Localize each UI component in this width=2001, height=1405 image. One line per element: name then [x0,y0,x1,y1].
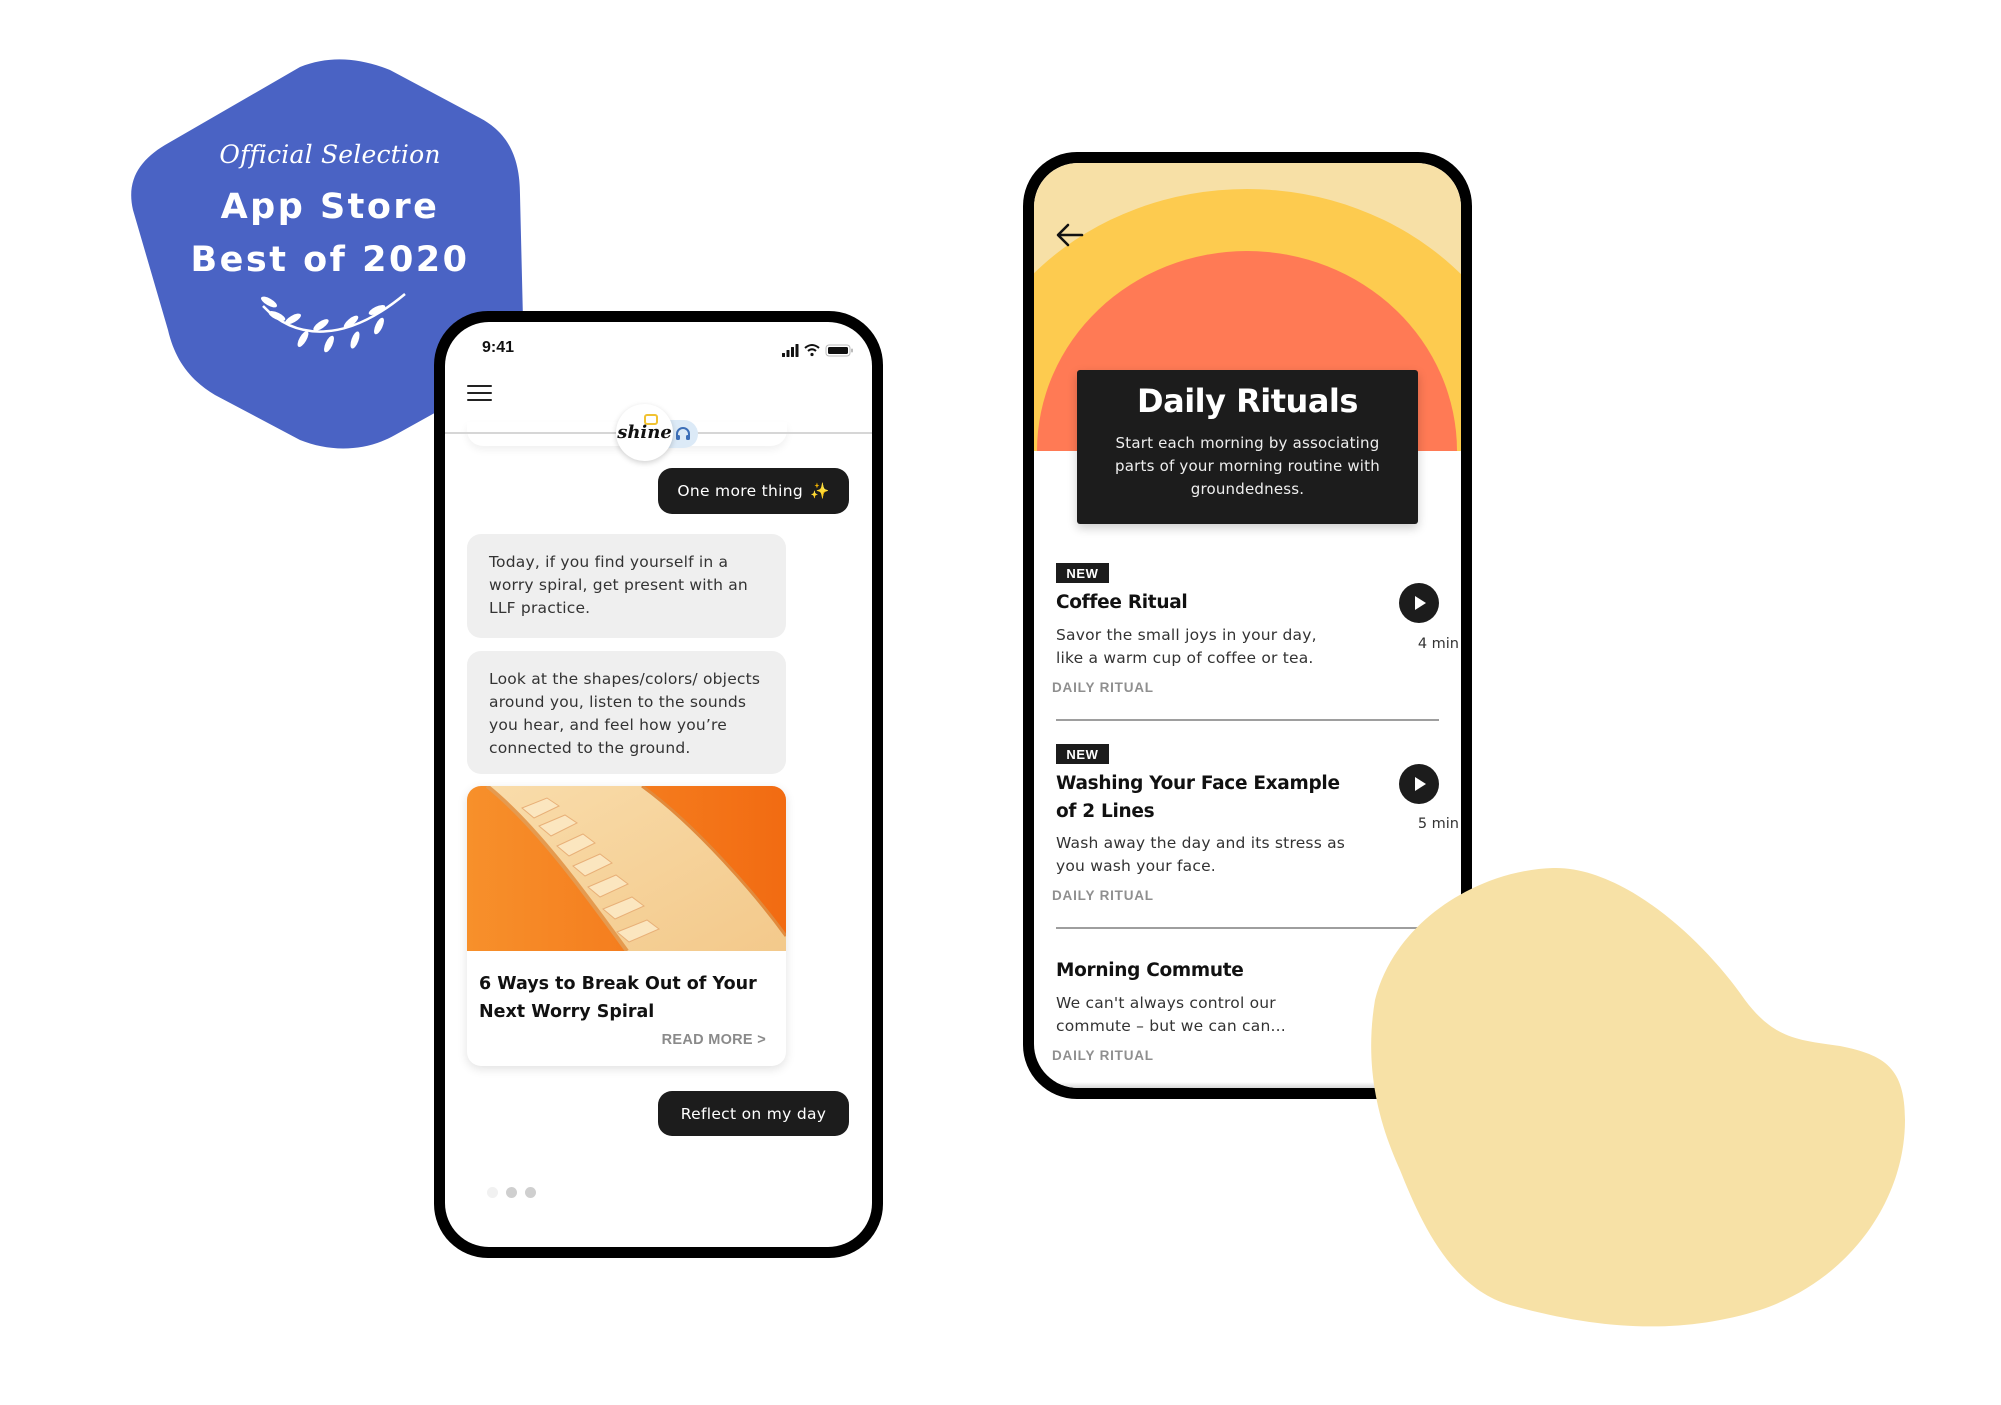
read-more-link[interactable]: READ MORE > [662,1032,766,1048]
ritual-description: We can't always control our commute – bu… [1056,994,1286,1035]
ritual-duration: 4 min [1417,636,1459,652]
back-arrow-icon[interactable] [1054,221,1086,249]
shine-logo-text: shine [617,422,672,443]
ritual-description: Savor the small joys in your day, like a… [1056,626,1317,667]
headphones-icon [676,427,690,440]
ritual-title: Coffee Ritual [1056,592,1188,613]
screen-bottom-shade [1034,1082,1461,1088]
one-more-thing-label: One more thing [677,482,804,500]
sparkles-icon: ✨ [810,482,830,500]
laurel-icon [261,293,406,353]
article-title: 6 Ways to Break Out of Your Next Worry S… [479,974,757,1022]
chat-phone-mockup: 9:41 shine One more thing ✨ Today, if yo… [434,311,883,1258]
wifi-icon [804,344,820,357]
rituals-screen: Daily Rituals Start each morning by asso… [1034,163,1461,1088]
new-badge: NEW [1056,744,1109,764]
ritual-category: DAILY RITUAL [1052,1048,1154,1063]
status-time: 9:41 [482,339,515,356]
ritual-duration: 5 min [1417,816,1459,832]
typing-dot [487,1187,498,1198]
typing-indicator [487,1187,536,1198]
shine-logo[interactable]: shine [616,404,673,461]
ritual-category: DAILY RITUAL [1052,888,1154,903]
article-card[interactable]: 6 Ways to Break Out of Your Next Worry S… [467,786,786,1066]
signal-icon [782,344,799,357]
page-description: Start each morning by associating parts … [1115,434,1380,498]
hamburger-menu-icon[interactable] [467,385,492,401]
badge-best-of-2020: Best of 2020 [190,240,470,280]
reflect-on-my-day-button[interactable]: Reflect on my day [658,1091,849,1136]
ritual-title: Morning Commute [1056,960,1244,981]
ritual-category: DAILY RITUAL [1052,680,1154,695]
hero-card: Daily Rituals Start each morning by asso… [1077,370,1418,524]
speech-bubble-icon [644,414,658,425]
badge-app-store: App Store [220,187,440,227]
battery-icon [825,344,853,357]
typing-dot [506,1187,517,1198]
new-badge: NEW [1056,563,1109,583]
chat-message: Look at the shapes/colors/ objects aroun… [467,651,786,774]
play-button[interactable] [1399,583,1439,623]
chat-screen: 9:41 shine One more thing ✨ Today, if yo… [445,322,872,1247]
ritual-description: Wash away the day and its stress as you … [1056,834,1346,875]
play-icon [1415,777,1426,791]
play-button[interactable] [1399,764,1439,804]
article-staircase-image [467,786,786,951]
status-icons [782,344,853,357]
ritual-divider [1056,719,1439,721]
chat-message: Today, if you find yourself in a worry s… [467,534,786,638]
one-more-thing-button[interactable]: One more thing ✨ [658,468,849,514]
typing-dot [525,1187,536,1198]
rituals-phone-mockup: Daily Rituals Start each morning by asso… [1023,152,1472,1099]
ritual-title: Washing Your Face Example of 2 Lines [1056,773,1340,822]
ritual-divider [1056,927,1439,929]
play-icon [1415,596,1426,610]
page-title: Daily Rituals [1137,382,1358,420]
badge-official-selection: Official Selection [219,140,441,169]
